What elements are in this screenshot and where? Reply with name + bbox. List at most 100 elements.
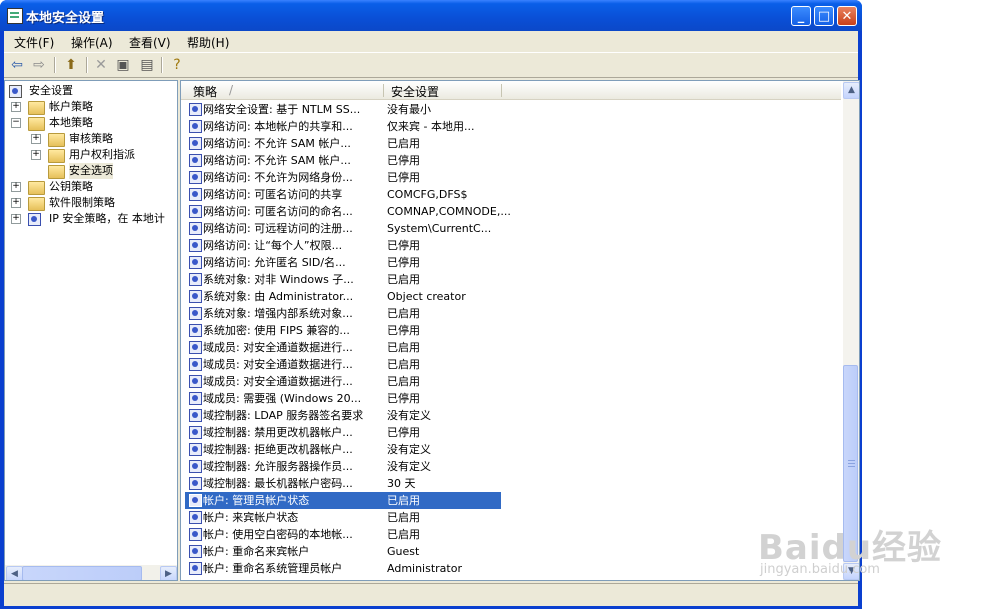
policy-setting-icon [189,239,202,252]
policy-row[interactable]: 域成员: 对安全通道数据进行... 已启用 [185,339,501,356]
scroll-right-icon[interactable]: ▶ [160,566,177,580]
tree-horizontal-scrollbar[interactable]: ◀ ▶ [5,565,177,580]
policy-row[interactable]: 域控制器: LDAP 服务器签名要求 没有定义 [185,407,501,424]
policy-name: 网络访问: 允许匿名 SID/名... [203,256,346,269]
properties-icon[interactable]: ▣ [114,56,132,74]
list-header: 策略 / 安全设置 [181,81,841,100]
watermark: Baidu经验 jingyan.baidu.com [750,500,980,590]
policy-row[interactable]: 帐户: 重命名来宾帐户 Guest [185,543,501,560]
policy-name: 域控制器: 允许服务器操作员... [203,460,353,473]
minimize-button[interactable]: _ [791,6,811,26]
expand-icon[interactable]: + [31,134,41,144]
policy-setting-value: Object creator [387,290,466,303]
policy-row[interactable]: 域控制器: 禁用更改机器帐户... 已停用 [185,424,501,441]
column-header-policy[interactable]: 策略 [193,83,217,100]
export-list-icon[interactable]: ▤ [138,56,156,74]
policy-row[interactable]: 帐户: 重命名系统管理员帐户 Administrator [185,560,501,577]
policy-setting-icon [189,188,202,201]
policy-name: 帐户: 来宾帐户状态 [203,511,299,524]
back-arrow-icon[interactable]: ⇦ [8,56,26,74]
menu-file[interactable]: 文件(F) [14,34,54,51]
collapse-icon[interactable]: − [11,118,21,128]
policy-setting-icon [189,256,202,269]
policy-row[interactable]: 域成员: 对安全通道数据进行... 已启用 [185,373,501,390]
policy-setting-icon [189,324,202,337]
close-button[interactable]: ✕ [837,6,857,26]
policy-row[interactable]: 帐户: 来宾帐户状态 已启用 [185,509,501,526]
open-folder-icon [28,117,45,131]
scroll-up-icon[interactable]: ▲ [843,82,859,99]
up-folder-icon[interactable]: ⬆ [62,56,80,74]
policy-name: 域成员: 对安全通道数据进行... [203,375,353,388]
column-header-setting[interactable]: 安全设置 [391,83,439,100]
folder-icon [28,197,45,211]
policy-name: 域控制器: 拒绝更改机器帐户... [203,443,353,456]
help-icon[interactable]: ? [168,56,186,74]
policy-row[interactable]: 域控制器: 最长机器帐户密码... 30 天 [185,475,501,492]
policy-row[interactable]: 网络访问: 不允许为网络身份... 已停用 [185,169,501,186]
policy-name: 域控制器: 最长机器帐户密码... [203,477,353,490]
policy-name: 帐户: 管理员帐户状态 [203,494,310,507]
policy-row[interactable]: 系统对象: 由 Administrator... Object creator [185,288,501,305]
policy-name: 网络访问: 不允许为网络身份... [203,171,353,184]
menu-help[interactable]: 帮助(H) [187,34,229,51]
policy-setting-value: Guest [387,545,420,558]
policy-row[interactable]: 网络安全设置: 基于 NTLM SS... 没有最小 [185,101,501,118]
scroll-left-icon[interactable]: ◀ [6,566,23,580]
policy-name: 系统加密: 使用 FIPS 兼容的... [203,324,350,337]
expand-icon[interactable]: + [11,198,21,208]
policy-setting-value: 已停用 [387,256,420,269]
maximize-button[interactable]: □ [814,6,834,26]
policy-name: 系统对象: 对非 Windows 子... [203,273,354,286]
policy-setting-icon [189,103,202,116]
policy-row[interactable]: 网络访问: 可匿名访问的命名... COMNAP,COMNODE,... [185,203,511,220]
expand-icon[interactable]: + [11,102,21,112]
policy-setting-icon [189,375,202,388]
forward-arrow-icon[interactable]: ⇨ [30,56,48,74]
menu-view[interactable]: 查看(V) [129,34,171,51]
security-settings-app-icon [7,8,23,24]
policy-setting-value: 没有定义 [387,443,431,456]
expand-icon[interactable]: + [31,150,41,160]
folder-icon [28,181,45,195]
policy-setting-value: 已启用 [387,273,420,286]
policy-row[interactable]: 网络访问: 不允许 SAM 帐户... 已停用 [185,152,501,169]
policy-row[interactable]: 网络访问: 可远程访问的注册... System\CurrentC... [185,220,501,237]
policy-row[interactable]: 帐户: 使用空白密码的本地帐... 已启用 [185,526,501,543]
window-client-area: 文件(F) 操作(A) 查看(V) 帮助(H) ⇦ ⇨ ⬆ ✕ ▣ ▤ ? 安全… [4,31,860,606]
policy-name: 帐户: 使用空白密码的本地帐... [203,528,353,541]
expand-icon[interactable]: + [11,182,21,192]
policy-setting-icon [189,290,202,303]
policy-row[interactable]: 域控制器: 拒绝更改机器帐户... 没有定义 [185,441,501,458]
policy-row[interactable]: 网络访问: 不允许 SAM 帐户... 已启用 [185,135,501,152]
policy-setting-value: 已启用 [387,307,420,320]
policy-row[interactable]: 网络访问: 可匿名访问的共享 COMCFG,DFS$ [185,186,501,203]
policy-name: 域成员: 对安全通道数据进行... [203,358,353,371]
delete-icon[interactable]: ✕ [92,56,110,74]
menu-bar: 文件(F) 操作(A) 查看(V) 帮助(H) [4,31,858,51]
security-settings-icon [9,85,22,98]
policy-row[interactable]: 系统对象: 对非 Windows 子... 已启用 [185,271,501,288]
policy-setting-icon [189,494,202,507]
policy-setting-value: 已启用 [387,375,420,388]
policy-name: 域成员: 对安全通道数据进行... [203,341,353,354]
title-bar[interactable]: 本地安全设置 _ □ ✕ [0,0,862,31]
policy-setting-icon [189,392,202,405]
policy-setting-icon [189,171,202,184]
policy-name: 帐户: 重命名系统管理员帐户 [203,562,343,575]
policy-row[interactable]: 系统加密: 使用 FIPS 兼容的... 已停用 [185,322,501,339]
policy-row[interactable]: 网络访问: 本地帐户的共享和... 仅来宾 - 本地用... [185,118,501,135]
policy-name: 帐户: 重命名来宾帐户 [203,545,310,558]
policy-row[interactable]: 网络访问: 允许匿名 SID/名... 已停用 [185,254,501,271]
policy-setting-value: 没有定义 [387,409,431,422]
expand-icon[interactable]: + [11,214,21,224]
policy-row[interactable]: 帐户: 管理员帐户状态 已启用 [185,492,501,509]
menu-action[interactable]: 操作(A) [71,34,113,51]
policy-setting-value: 已停用 [387,426,420,439]
policy-row[interactable]: 系统对象: 增强内部系统对象... 已启用 [185,305,501,322]
policy-row[interactable]: 域成员: 对安全通道数据进行... 已启用 [185,356,501,373]
policy-row[interactable]: 网络访问: 让“每个人”权限... 已停用 [185,237,501,254]
policy-row[interactable]: 域成员: 需要强 (Windows 20... 已停用 [185,390,501,407]
tree-scroll-thumb[interactable] [22,566,142,580]
policy-row[interactable]: 域控制器: 允许服务器操作员... 没有定义 [185,458,501,475]
